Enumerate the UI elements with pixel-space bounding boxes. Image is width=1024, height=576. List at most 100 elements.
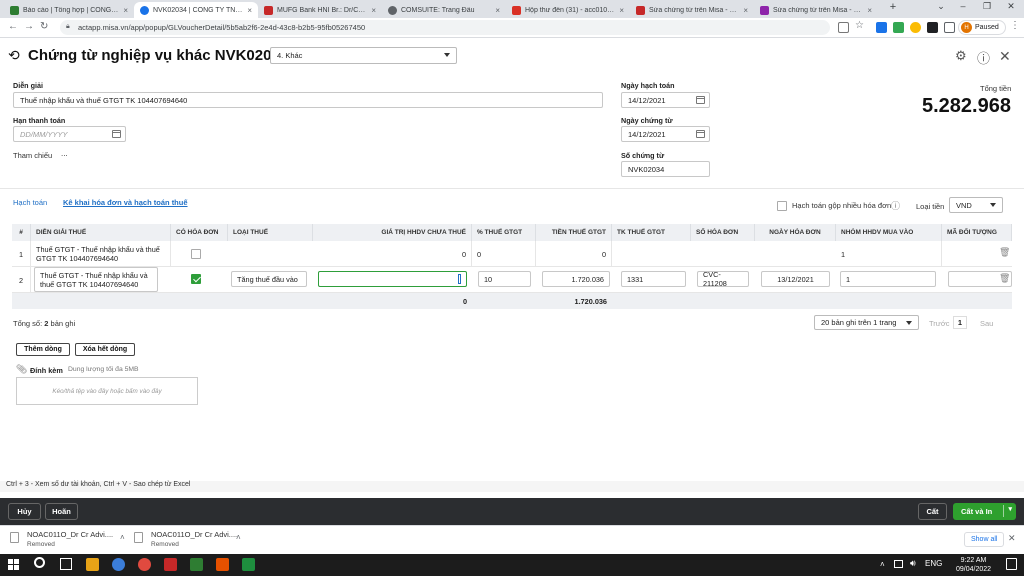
- close-icon[interactable]: ×: [743, 6, 748, 15]
- chevron-down-icon[interactable]: ▾: [1003, 505, 1012, 517]
- network-icon[interactable]: [894, 560, 903, 568]
- star-icon[interactable]: ☆: [855, 20, 864, 31]
- clock[interactable]: 9:22 AM 09/04/2022: [956, 556, 991, 574]
- close-icon[interactable]: ✕: [999, 48, 1011, 65]
- row-tax-description[interactable]: Thuế GTGT - Thuế nhập khẩu và thuế GTGT …: [34, 267, 158, 292]
- browser-tab[interactable]: Sửa chứng từ trên Misa - Forum ×: [754, 2, 878, 18]
- chevron-up-icon[interactable]: ˄: [880, 560, 885, 569]
- next-page-button[interactable]: Sau: [980, 319, 993, 328]
- row-tax-type[interactable]: Tăng thuế đầu vào: [231, 271, 307, 287]
- app-icon[interactable]: [164, 558, 177, 571]
- close-icon[interactable]: ×: [495, 6, 500, 15]
- row-vat-percent[interactable]: 10: [478, 271, 531, 287]
- save-button[interactable]: Cất: [918, 503, 947, 520]
- reference-link[interactable]: ...: [61, 149, 68, 158]
- profile-button[interactable]: H Paused: [958, 20, 1006, 35]
- due-date-input[interactable]: DD/MM/YYYY: [13, 126, 126, 142]
- add-row-button[interactable]: Thêm dòng: [16, 343, 70, 356]
- voucher-type-select[interactable]: 4. Khác: [270, 47, 457, 64]
- back-icon[interactable]: ←: [8, 21, 18, 32]
- save-and-print-button[interactable]: Cất và In ▾: [953, 503, 1016, 520]
- trash-icon[interactable]: 🗑︎: [999, 247, 1010, 258]
- chrome-icon[interactable]: [138, 558, 151, 571]
- row-vat-amount[interactable]: 1.720.036: [542, 271, 610, 287]
- close-icon[interactable]: ×: [123, 6, 128, 15]
- undo-button[interactable]: Hoãn: [45, 503, 78, 520]
- new-tab-icon[interactable]: +: [882, 1, 904, 13]
- description-input[interactable]: Thuế nhập khẩu và thuế GTGT TK 104407694…: [13, 92, 603, 108]
- multi-invoice-checkbox[interactable]: [777, 201, 787, 211]
- notification-icon[interactable]: [1006, 558, 1017, 570]
- file-explorer-icon[interactable]: [86, 558, 99, 571]
- calendar-icon[interactable]: [696, 130, 705, 138]
- currency-select[interactable]: VND: [949, 197, 1003, 213]
- row-value-input[interactable]: [318, 271, 467, 287]
- page-number[interactable]: 1: [953, 316, 967, 329]
- cancel-button[interactable]: Hủy: [8, 503, 41, 520]
- chrome-icon[interactable]: [112, 558, 125, 571]
- calendar-icon[interactable]: [112, 130, 121, 138]
- browser-tab[interactable]: MUFG Bank HNI Br.: Dr/Cr Advi ×: [258, 2, 382, 18]
- search-icon[interactable]: [34, 557, 45, 568]
- row-purchase-group[interactable]: 1: [836, 241, 942, 267]
- row-purchase-group[interactable]: 1: [840, 271, 936, 287]
- minimize-icon[interactable]: –: [952, 1, 974, 11]
- help-icon[interactable]: ⓘ: [977, 48, 990, 67]
- prev-page-button[interactable]: Trước: [929, 319, 950, 328]
- row-vat-amount[interactable]: 0: [536, 241, 612, 267]
- close-icon[interactable]: ×: [619, 6, 624, 15]
- calendar-icon[interactable]: [696, 96, 705, 104]
- download-item[interactable]: NOAC011O_Dr Cr Advi.... Removed: [134, 530, 237, 548]
- row-value[interactable]: 0: [313, 241, 472, 267]
- browser-tab-active[interactable]: NVK02034 | CÔNG TY TNHH CH ×: [134, 2, 258, 18]
- row-tax-description[interactable]: Thuế GTGT - Thuế nhập khẩu và thuế GTGT …: [31, 241, 171, 267]
- row-invoice-number[interactable]: CVC-211208: [697, 270, 749, 288]
- tab-accounting[interactable]: Hạch toán: [13, 198, 47, 207]
- trash-icon[interactable]: 🗑︎: [999, 273, 1010, 284]
- voucher-no-input[interactable]: NVK02034: [621, 161, 710, 177]
- delete-all-rows-button[interactable]: Xóa hết dòng: [75, 343, 135, 356]
- extension-icon[interactable]: [910, 22, 921, 33]
- reload-icon[interactable]: ↻: [40, 21, 48, 32]
- extension-icon[interactable]: [927, 22, 938, 33]
- close-icon[interactable]: ✕: [1008, 533, 1016, 544]
- chevron-up-icon[interactable]: ˄: [236, 533, 241, 542]
- close-icon[interactable]: ×: [371, 6, 376, 15]
- browser-tab[interactable]: Sửa chứng từ trên Misa - Trả lời ×: [630, 2, 754, 18]
- close-icon[interactable]: ×: [867, 6, 872, 15]
- show-all-downloads-button[interactable]: Show all: [964, 532, 1005, 547]
- excel-icon[interactable]: [242, 558, 255, 571]
- row-vat-percent[interactable]: 0: [472, 241, 536, 267]
- download-item[interactable]: NOAC011O_Dr Cr Advi.... Removed: [10, 530, 113, 548]
- chevron-up-icon[interactable]: ˄: [120, 533, 125, 542]
- gear-icon[interactable]: ⚙: [955, 48, 967, 64]
- task-view-icon[interactable]: [60, 558, 72, 570]
- close-window-icon[interactable]: ✕: [1000, 1, 1022, 12]
- browser-tab[interactable]: Báo cáo | Tổng hợp | CÔNG TY ×: [4, 2, 134, 18]
- kebab-menu-icon[interactable]: ⋮: [1010, 20, 1020, 31]
- voucher-date-input[interactable]: 14/12/2021: [621, 126, 710, 142]
- share-icon[interactable]: [838, 22, 849, 33]
- chevron-down-icon[interactable]: ⌄: [930, 1, 952, 12]
- page-size-select[interactable]: 20 bản ghi trên 1 trang: [814, 315, 919, 330]
- extension-icon[interactable]: [876, 22, 887, 33]
- maximize-icon[interactable]: ❐: [976, 1, 998, 12]
- row-vat-account[interactable]: 1331: [621, 271, 686, 287]
- puzzle-icon[interactable]: [944, 22, 955, 33]
- close-icon[interactable]: ×: [247, 6, 252, 15]
- browser-tab[interactable]: COMSUITE: Trang Đầu ×: [382, 2, 506, 18]
- forward-icon[interactable]: →: [24, 21, 34, 32]
- url-input[interactable]: 🔒︎ actapp.misa.vn/app/popup/GLVoucherDet…: [60, 20, 830, 35]
- posting-date-input[interactable]: 14/12/2021: [621, 92, 710, 108]
- history-icon[interactable]: ⟲: [8, 47, 20, 64]
- row-invoice-date[interactable]: 13/12/2021: [761, 271, 830, 287]
- app-icon[interactable]: [216, 558, 229, 571]
- attachment-dropzone[interactable]: Kéo/thả tệp vào đây hoặc bấm vào đây: [16, 377, 198, 405]
- has-invoice-checkbox[interactable]: [191, 249, 201, 259]
- extension-icon[interactable]: [893, 22, 904, 33]
- windows-start-icon[interactable]: [8, 559, 19, 570]
- tab-invoice-tax[interactable]: Kê khai hóa đơn và hạch toán thuế: [63, 198, 188, 207]
- language-indicator[interactable]: ENG: [925, 559, 942, 568]
- app-icon[interactable]: [190, 558, 203, 571]
- browser-tab[interactable]: Hộp thư đến (31) - acc01019143 ×: [506, 2, 630, 18]
